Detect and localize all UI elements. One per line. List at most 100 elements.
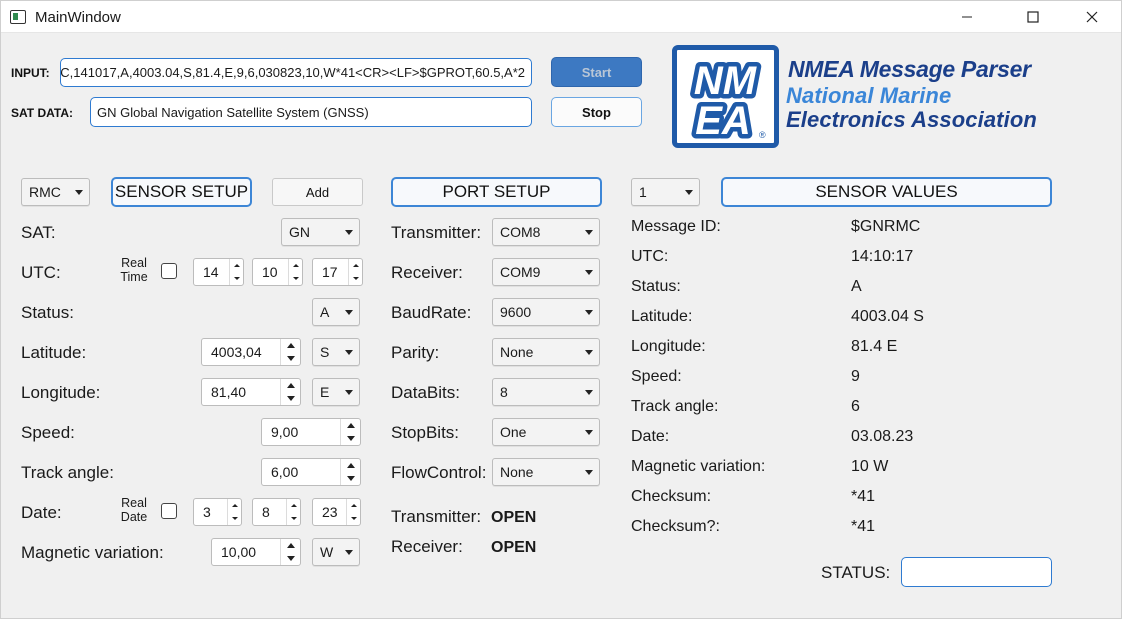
arrow-down-icon [231,517,238,520]
spin-down-button[interactable] [228,512,241,525]
spin-up-button[interactable] [289,259,302,272]
spin-up-button[interactable] [281,379,300,392]
value-row-label: Checksum: [631,488,712,505]
value-row-value: 14:10:17 [851,248,914,265]
chevron-down-icon [585,270,593,275]
spin-up-button[interactable] [281,539,300,552]
magnetic-variation-spinbox[interactable]: 10,00 [211,538,301,566]
spin-up-button[interactable] [341,419,360,432]
date-year-value: 23 [322,504,338,520]
sensor-setup-button[interactable]: SENSOR SETUP [111,177,252,207]
stop-button[interactable]: Stop [551,97,642,127]
spin-down-button[interactable] [347,512,360,525]
close-button[interactable] [1069,1,1115,33]
receiver-select[interactable]: COM9 [492,258,600,286]
spin-down-button[interactable] [281,352,300,365]
sat-data-field[interactable]: GN Global Navigation Satellite System (G… [90,97,532,127]
start-button[interactable]: Start [551,57,642,87]
utc-second-spinbox[interactable]: 17 [312,258,363,286]
latitude-spinbox[interactable]: 4003,04 [201,338,301,366]
arrow-up-icon [290,504,297,507]
arrow-down-icon [352,277,359,280]
real-time-checkbox[interactable] [161,263,177,279]
spin-up-button[interactable] [281,339,300,352]
date-year-spinbox[interactable]: 23 [312,498,361,526]
sensor-index-select[interactable]: 1 [631,178,700,206]
spin-up-button[interactable] [230,259,243,272]
spin-down-button[interactable] [341,432,360,445]
receiver-status-label: Receiver: [391,537,463,556]
chevron-down-icon [345,230,353,235]
arrow-down-icon [346,436,355,441]
logo-subtitle-1: National Marine [786,83,952,108]
message-type-select[interactable]: RMC [21,178,90,206]
main-window: MainWindow INPUT: $GNRMC,141017,A,4003.0… [0,0,1122,619]
title-bar[interactable]: MainWindow [1,1,1121,33]
chevron-down-icon [585,430,593,435]
databits-select[interactable]: 8 [492,378,600,406]
value-row-value: 9 [851,368,860,385]
input-field[interactable]: $GNRMC,141017,A,4003.04,S,81.4,E,9,6,030… [60,58,532,87]
stopbits-select[interactable]: One [492,418,600,446]
value-row-value: $GNRMC [851,218,921,235]
spin-down-button[interactable] [281,392,300,405]
utc-second-value: 17 [322,264,338,280]
port-setup-button[interactable]: PORT SETUP [391,177,602,207]
utc-minute-spinbox[interactable]: 10 [252,258,303,286]
spin-up-button[interactable] [228,499,241,512]
speed-value: 9,00 [271,424,299,440]
chevron-down-icon [585,350,593,355]
sat-data-label: SAT DATA: [11,106,73,120]
parity-label: Parity: [391,343,440,362]
stopbits-label: StopBits: [391,423,460,442]
transmitter-select[interactable]: COM8 [492,218,600,246]
spin-down-button[interactable] [341,472,360,485]
chevron-down-icon [75,190,83,195]
transmitter-status-label: Transmitter: [391,507,482,526]
minimize-button[interactable] [944,1,990,33]
spin-down-button[interactable] [281,552,300,565]
magnetic-variation-dir-select[interactable]: W [312,538,360,566]
spin-up-button[interactable] [287,499,300,512]
utc-hour-spinbox[interactable]: 14 [193,258,244,286]
date-day-spinbox[interactable]: 3 [193,498,242,526]
logo-subtitle-2: Electronics Association [786,107,1037,132]
longitude-dir-select[interactable]: E [312,378,360,406]
add-button[interactable]: Add [272,178,363,206]
magnetic-variation-dir-value: W [320,544,334,560]
date-month-spinbox[interactable]: 8 [252,498,301,526]
spin-down-button[interactable] [287,512,300,525]
arrow-down-icon [286,356,295,361]
chevron-down-icon [585,470,593,475]
spin-up-button[interactable] [341,459,360,472]
spin-down-button[interactable] [349,272,362,285]
latitude-dir-select[interactable]: S [312,338,360,366]
minimize-icon [962,16,972,18]
nmea-logo: NM EA ® [672,45,779,148]
message-type-value: RMC [29,184,61,200]
value-row-value: *41 [851,518,876,535]
parity-select[interactable]: None [492,338,600,366]
value-row-label: Status: [631,278,681,295]
spin-up-button[interactable] [349,259,362,272]
arrow-up-icon [350,504,357,507]
real-date-checkbox[interactable] [161,503,177,519]
track-angle-spinbox[interactable]: 6,00 [261,458,361,486]
maximize-button[interactable] [1010,1,1056,33]
spin-down-button[interactable] [230,272,243,285]
latitude-value: 4003,04 [211,344,262,360]
flowcontrol-select[interactable]: None [492,458,600,486]
sat-select[interactable]: GN [281,218,360,246]
baudrate-label: BaudRate: [391,303,472,322]
status-select[interactable]: A [312,298,360,326]
value-row-label: Track angle: [631,398,719,415]
spin-up-button[interactable] [347,499,360,512]
spin-down-button[interactable] [289,272,302,285]
logo-title: NMEA Message Parser [788,56,1031,82]
status-output-field[interactable] [901,557,1052,587]
longitude-spinbox[interactable]: 81,40 [201,378,301,406]
sensor-values-button[interactable]: SENSOR VALUES [721,177,1052,207]
baudrate-select[interactable]: 9600 [492,298,600,326]
magnetic-variation-label: Magnetic variation: [21,543,164,562]
speed-spinbox[interactable]: 9,00 [261,418,361,446]
